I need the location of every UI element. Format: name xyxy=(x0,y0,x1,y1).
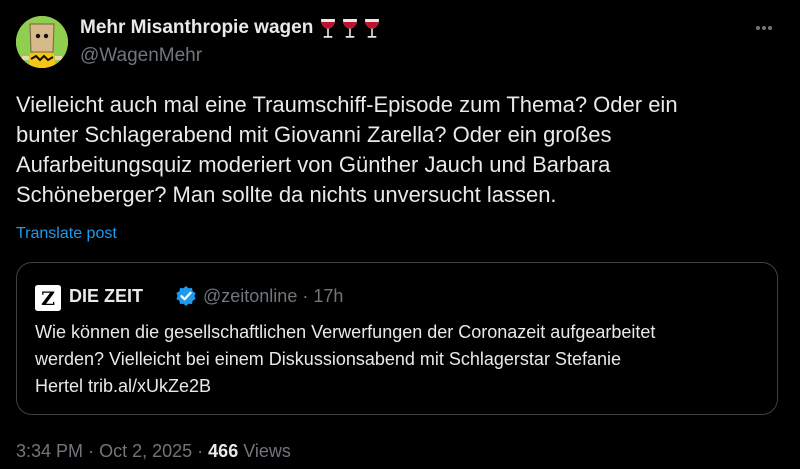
author-display-name[interactable]: Mehr Misanthropie wagen xyxy=(80,17,313,39)
views-label[interactable]: Views xyxy=(243,441,291,461)
quoted-avatar[interactable]: Z xyxy=(35,285,61,311)
die-zeit-logo-icon: Z xyxy=(35,285,61,311)
footer-separator: · xyxy=(88,441,95,461)
quoted-separator: · xyxy=(302,286,309,306)
verified-badge-icon xyxy=(175,285,197,307)
tweet-text: Vielleicht auch mal eine Traumschiff-Epi… xyxy=(16,92,678,207)
svg-text:Z: Z xyxy=(41,288,55,310)
quoted-meta: @zeitonline · 17h xyxy=(203,286,343,307)
quoted-tweet-card[interactable]: Z DIE ZEIT @zeitonline · 17h Wie können … xyxy=(16,262,778,415)
wine-glass-icon xyxy=(321,19,336,38)
wine-glass-icon xyxy=(365,19,380,38)
avatar[interactable] xyxy=(16,16,68,68)
wine-glass-icon xyxy=(343,19,358,38)
quoted-tweet-text: Wie können die gesellschaftlichen Verwer… xyxy=(35,322,656,396)
tweet-date[interactable]: Oct 2, 2025 xyxy=(99,441,192,461)
name-emojis xyxy=(319,17,381,39)
footer-separator: · xyxy=(197,441,204,461)
tweet-meta-footer: 3:34 PM · Oct 2, 2025 · 466 Views xyxy=(16,441,291,462)
views-count[interactable]: 466 xyxy=(208,441,238,461)
quoted-handle[interactable]: @zeitonline xyxy=(203,286,297,306)
tweet-time[interactable]: 3:34 PM xyxy=(16,441,83,461)
avatar-image xyxy=(16,16,68,68)
author-handle[interactable]: @WagenMehr xyxy=(80,45,202,67)
author-name-row[interactable]: Mehr Misanthropie wagen xyxy=(80,17,381,39)
quoted-time[interactable]: 17h xyxy=(313,286,343,306)
more-options-button[interactable] xyxy=(750,14,778,42)
more-horizontal-icon xyxy=(756,26,772,30)
translate-post-link[interactable]: Translate post xyxy=(16,225,117,243)
quoted-author-name[interactable]: DIE ZEIT xyxy=(69,286,143,307)
